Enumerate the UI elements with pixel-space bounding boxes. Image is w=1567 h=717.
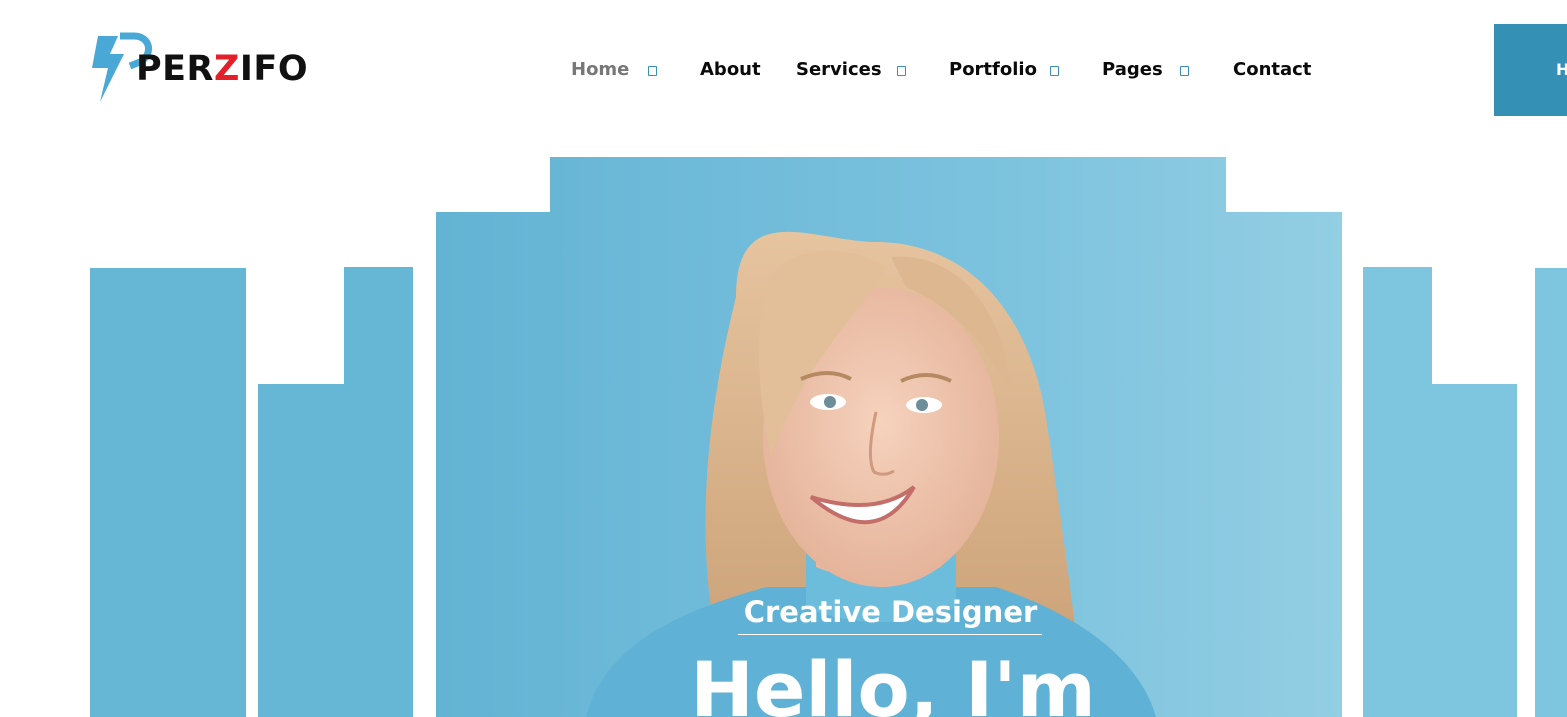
hero-headline: Hello, I'm xyxy=(690,645,1096,717)
chevron-down-icon xyxy=(1180,66,1189,76)
logo-text-highlight: Z xyxy=(214,49,240,89)
portrait-illustration xyxy=(436,157,1342,717)
nav-item-services[interactable]: Services xyxy=(796,56,906,84)
nav-item-contact[interactable]: Contact xyxy=(1233,56,1311,84)
decor-panel xyxy=(1363,384,1517,717)
nav-item-label: Portfolio xyxy=(949,59,1037,80)
nav-item-label: Services xyxy=(796,59,882,80)
nav-item-portfolio[interactable]: Portfolio xyxy=(949,56,1059,84)
nav-item-label: About xyxy=(700,59,761,80)
chevron-down-icon xyxy=(1050,66,1059,76)
logo-text-prefix: PER xyxy=(136,49,215,89)
chevron-down-icon xyxy=(648,66,657,76)
hero-portrait-image xyxy=(436,157,1342,717)
nav-item-label: Contact xyxy=(1233,59,1312,80)
page: Creative Designer Hello, I'm PERZIFO Hom… xyxy=(0,0,1567,717)
nav-item-home[interactable]: Home xyxy=(571,56,657,84)
decor-panel xyxy=(344,267,413,717)
logo-wordmark: PERZIFO xyxy=(136,47,308,91)
decor-panel xyxy=(258,384,344,717)
subtitle-divider xyxy=(738,634,1042,635)
nav-item-label: Home xyxy=(571,59,630,80)
nav-item-pages[interactable]: Pages xyxy=(1102,56,1189,84)
nav-item-label: Pages xyxy=(1102,59,1163,80)
decor-panel xyxy=(1535,268,1567,717)
decor-panel xyxy=(90,268,246,717)
chevron-down-icon xyxy=(897,66,906,76)
site-logo[interactable]: PERZIFO xyxy=(90,32,308,106)
logo-text-suffix: IFO xyxy=(239,49,309,89)
nav-item-about[interactable]: About xyxy=(700,56,761,84)
header-cta-button[interactable]: H xyxy=(1494,24,1567,116)
hero-section: Creative Designer Hello, I'm xyxy=(0,0,1567,717)
hero-subtitle: Creative Designer xyxy=(743,595,1038,629)
